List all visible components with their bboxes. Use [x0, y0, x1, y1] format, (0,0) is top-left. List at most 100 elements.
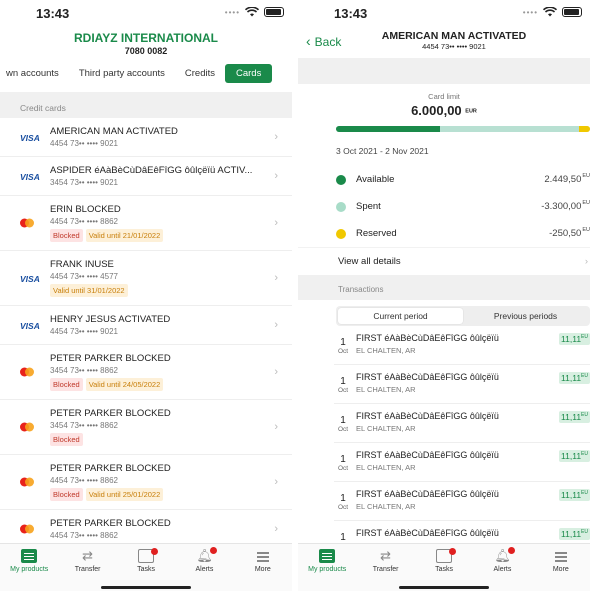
- segment-current-period[interactable]: Current period: [338, 308, 463, 324]
- card-list-item[interactable]: PETER PARKER BLOCKED 3454 73•• •••• 8862 B…: [0, 400, 292, 455]
- mastercard-logo: [20, 218, 34, 228]
- transaction-location: EL CHALTEN, AR: [356, 424, 416, 433]
- card-number: 3454 73•• •••• 8862: [50, 366, 118, 375]
- wifi-icon: [245, 7, 259, 17]
- card-list-item[interactable]: VISA FRANK INUSE 4454 73•• •••• 4577 Valid …: [0, 251, 292, 306]
- battery-icon: [264, 7, 284, 17]
- visa-logo-text: VISA: [20, 274, 40, 284]
- nav-my-products[interactable]: My products: [0, 544, 58, 591]
- card-list-item[interactable]: VISA AMERICAN MAN ACTIVATED 4454 73•• ••••…: [0, 118, 292, 157]
- nav-transfer[interactable]: ⇄ Transfer: [356, 544, 414, 591]
- card-name: ERIN BLOCKED: [50, 204, 121, 215]
- card-name: PETER PARKER BLOCKED: [50, 408, 171, 419]
- transaction-day: 1: [340, 454, 346, 465]
- transaction-description: FIRST éAàBèCùDâEêFîGG ôûlçëïü: [356, 333, 499, 343]
- legend-amount: -3.300,00: [541, 201, 582, 212]
- usage-bar-reserved: [579, 126, 590, 132]
- transaction-amount: 11,11EU: [559, 528, 590, 540]
- battery-icon: [562, 7, 582, 17]
- card-number: 3454 73•• •••• 8862: [50, 421, 118, 430]
- bell-icon: 🔔︎: [494, 547, 516, 563]
- tab-own-accounts[interactable]: wn accounts: [0, 68, 69, 79]
- transaction-row[interactable]: 1Oct FIRST éAàBèCùDâEêFîGG ôûlçëïü EL CHAL…: [334, 326, 590, 365]
- transaction-month: Oct: [337, 465, 349, 472]
- card-list-item[interactable]: PETER PARKER BLOCKED 4454 73•• •••• 8862 B…: [0, 455, 292, 510]
- transaction-currency: EU: [581, 334, 588, 340]
- card-list-item[interactable]: VISA HENRY JESUS ACTIVATED 4454 73•• •••• …: [0, 306, 292, 345]
- cards-list-screen: 13:43 •••• RDIAYZ INTERNATIONAL 7080 008…: [0, 0, 292, 591]
- blocked-badge: Blocked: [50, 378, 83, 391]
- signal-icon: ••••: [522, 7, 538, 17]
- transaction-location: EL CHALTEN, AR: [356, 463, 416, 472]
- tasks-icon: [138, 548, 159, 563]
- card-list-item[interactable]: VISA ASPIDER éAàBèCùDâEêFîGG ôûlçëïü ACTI…: [0, 157, 292, 196]
- tab-credits[interactable]: Credits: [175, 68, 225, 79]
- segment-previous-periods[interactable]: Previous periods: [463, 308, 588, 324]
- transaction-location: EL CHALTEN, AR: [356, 502, 416, 511]
- page-title: AMERICAN MAN ACTIVATED 4454 73•• •••• 90…: [358, 30, 550, 51]
- card-name: ASPIDER éAàBèCùDâEêFîGG ôûlçëïü ACTIV...: [50, 165, 253, 176]
- menu-icon: [255, 549, 271, 563]
- section-header: Credit cards: [0, 92, 292, 118]
- card-limit-value: 6.000,00: [411, 103, 462, 118]
- nav-more[interactable]: More: [532, 544, 590, 591]
- nav-label: My products: [308, 566, 347, 573]
- legend-amount: 2.449,50: [544, 174, 582, 185]
- transaction-amount: 11,11EU: [559, 489, 590, 501]
- transaction-description: FIRST éAàBèCùDâEêFîGG ôûlçëïü: [356, 450, 499, 460]
- card-list-item[interactable]: ERIN BLOCKED 4454 73•• •••• 8862 Blocked Va…: [0, 196, 292, 251]
- legend-label: Spent: [356, 201, 381, 212]
- transaction-amount-value: 11,11: [561, 529, 582, 539]
- transaction-amount-value: 11,11: [561, 334, 582, 344]
- transaction-row[interactable]: 1Oct FIRST éAàBèCùDâEêFîGG ôûlçëïü EL CHAL…: [334, 443, 590, 482]
- company-number: 7080 0082: [124, 46, 168, 56]
- card-limit-label: Card limit: [428, 92, 460, 101]
- nav-tasks[interactable]: Tasks: [415, 544, 473, 591]
- nav-transfer[interactable]: ⇄ Transfer: [58, 544, 116, 591]
- nav-label: Transfer: [74, 566, 101, 573]
- transaction-day: 1: [340, 415, 346, 426]
- nav-more[interactable]: More: [234, 544, 292, 591]
- mastercard-icon: [20, 218, 34, 228]
- transaction-day: 1: [340, 493, 346, 504]
- card-number: 4454 73•• •••• 4577: [50, 272, 118, 281]
- transaction-row[interactable]: 1Oct FIRST éAàBèCùDâEêFîGG ôûlçëïü EL CHAL…: [334, 404, 590, 443]
- legend-label: Reserved: [356, 228, 397, 239]
- nav-alerts[interactable]: 🔔︎ Alerts: [175, 544, 233, 591]
- nav-label: Alerts: [493, 566, 512, 573]
- chevron-right-icon: ›: [584, 256, 588, 267]
- transaction-row[interactable]: 1Oct FIRST éAàBèCùDâEêFîGG ôûlçëïü EL CHAL…: [334, 482, 590, 521]
- legend-row-reserved: Reserved -250,50EU: [334, 220, 590, 247]
- transaction-currency: EU: [581, 412, 588, 418]
- back-button[interactable]: ‹ Back: [306, 33, 341, 49]
- card-detail-screen: 13:43 •••• ‹ Back AMERICAN MAN ACTIVATED …: [298, 0, 590, 591]
- blocked-badge: Blocked: [50, 433, 83, 446]
- view-all-details-link[interactable]: View all details ›: [298, 247, 590, 275]
- transaction-amount-value: 11,11: [561, 490, 582, 500]
- period-segmented-control: Current period Previous periods: [336, 306, 590, 326]
- mastercard-icon: [20, 524, 34, 534]
- period-dates: 3 Oct 2021 - 2 Nov 2021: [336, 146, 429, 156]
- menu-icon: [553, 549, 569, 563]
- bottom-nav: My products ⇄ Transfer Tasks 🔔︎ Alerts More: [0, 543, 292, 591]
- nav-tasks[interactable]: Tasks: [117, 544, 175, 591]
- transaction-row[interactable]: 1Oct FIRST éAàBèCùDâEêFîGG ôûlçëïü EL CHAL…: [334, 365, 590, 404]
- usage-bar-available: [336, 126, 440, 132]
- product-tabs: wn accounts Third party accounts Credits…: [0, 60, 292, 86]
- card-number: 3454 73•• •••• 9021: [50, 178, 118, 187]
- bell-icon: 🔔︎: [196, 547, 218, 563]
- bottom-nav: My products ⇄ Transfer Tasks 🔔︎ Alerts More: [298, 543, 590, 591]
- nav-my-products[interactable]: My products: [298, 544, 356, 591]
- mastercard-logo: [20, 422, 34, 432]
- chevron-right-icon: ›: [274, 319, 278, 331]
- nav-alerts[interactable]: 🔔︎ Alerts: [473, 544, 531, 591]
- notification-dot: [449, 548, 457, 555]
- tab-third-party-accounts[interactable]: Third party accounts: [69, 68, 175, 79]
- products-icon: [319, 549, 336, 563]
- transaction-day: 1: [340, 376, 346, 387]
- tab-cards[interactable]: Cards: [224, 63, 273, 83]
- nav-label: My products: [10, 566, 49, 573]
- card-badges: Valid until 31/01/2022: [50, 284, 262, 297]
- card-number: 4454 73•• •••• 8862: [50, 476, 118, 485]
- card-list-item[interactable]: PETER PARKER BLOCKED 3454 73•• •••• 8862 B…: [0, 345, 292, 400]
